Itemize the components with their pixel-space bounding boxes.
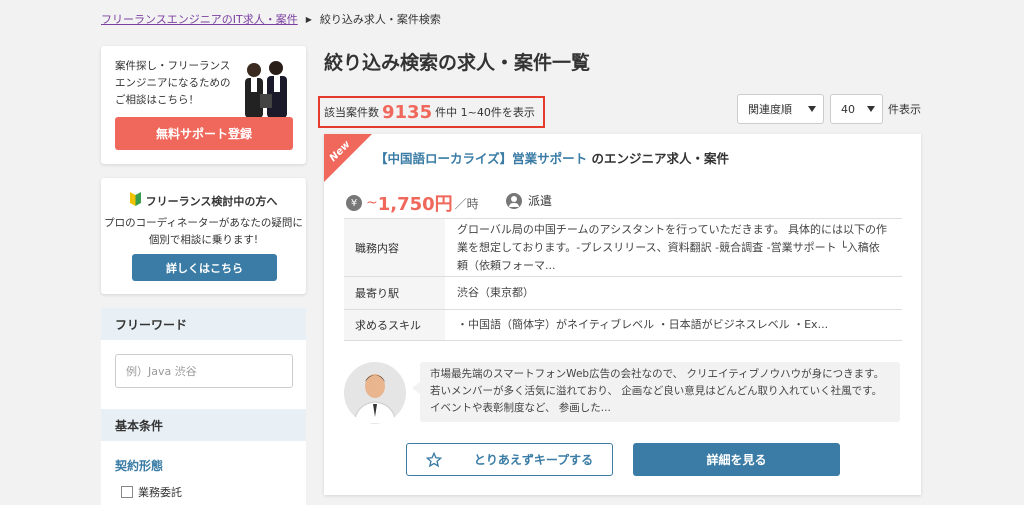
pay-value: 1,750円 (377, 194, 453, 215)
job-title: 【中国語ローカライズ】営業サポート のエンジニア求人・案件 (375, 148, 729, 167)
sort-select[interactable]: 関連度順 (737, 94, 824, 124)
contract-type-label: 契約形態 (115, 459, 164, 473)
coordinator-avatar (344, 362, 406, 424)
caret-down-icon (867, 106, 875, 112)
freeword-heading: フリーワード (101, 308, 306, 340)
detail-value: 渋谷（東京都） (457, 286, 534, 299)
pay-row: ¥ ~ 1,750円 ／時 (346, 190, 479, 216)
basic-conditions-heading: 基本条件 (101, 409, 306, 441)
count-suffix: 件中 1~40件を表示 (435, 106, 535, 119)
pay-unit: ／時 (454, 196, 479, 211)
person-icon (506, 192, 522, 209)
detail-value: ・中国語（簡体字）がネイティブレベル ・日本語がビジネスレベル ・Ex... (457, 318, 829, 331)
job-title-suffix: のエンジニア求人・案件 (591, 151, 730, 166)
free-support-signup-button[interactable]: 無料サポート登録 (115, 117, 293, 150)
consider-description: プロのコーディネーターがあなたの疑問に個別で相談に乗ります! (104, 217, 303, 246)
search-filter-panel: フリーワード 例）Java 渋谷 基本条件 契約形態 業務委託 (101, 308, 306, 505)
count-number: 9135 (382, 101, 433, 123)
per-page-value: 40 (841, 102, 855, 116)
detail-label: 職務内容 (344, 219, 445, 276)
contract-option-label: 業務委託 (138, 486, 182, 499)
sort-value: 関連度順 (748, 103, 792, 116)
keep-button-label: とりあえずキープする (473, 453, 594, 467)
page-title: 絞り込み検索の求人・案件一覧 (324, 52, 591, 74)
detail-value: グローバル局の中国チームのアシスタントを行っていただきます。 具体的には以下の作… (457, 222, 887, 272)
job-detail-table: 職務内容 グローバル局の中国チームのアシスタントを行っていただきます。 具体的に… (344, 218, 902, 341)
detail-row-station: 最寄り駅 渋谷（東京都） (344, 277, 902, 310)
pay-prefix: ~ (366, 195, 378, 211)
per-page-suffix: 件表示 (888, 103, 921, 116)
freelance-consider-card: フリーランス検討中の方へ プロのコーディネーターがあなたの疑問に個別で相談に乗り… (101, 178, 306, 294)
consider-title: フリーランス検討中の方へ (101, 192, 306, 209)
contract-option-checkbox[interactable] (121, 486, 133, 498)
employment-type: 派遣 (506, 192, 552, 209)
breadcrumb-current: 絞り込み求人・案件検索 (319, 13, 441, 26)
view-details-button[interactable]: 詳細を見る (633, 443, 840, 476)
support-promo-card: 案件探し・フリーランスエンジニアになるためのご相談はこちら！ 無料サポート登録 (101, 46, 306, 164)
freeword-input[interactable]: 例）Java 渋谷 (115, 354, 293, 388)
per-page-select[interactable]: 40 (830, 94, 883, 124)
breadcrumb: フリーランスエンジニアのIT求人・案件 ▶ 絞り込み求人・案件検索 (101, 11, 441, 27)
yen-icon: ¥ (346, 195, 362, 211)
coordinator-comment: 市場最先端のスマートフォンWeb広告の会社なので、 クリエイティブノウハウが身に… (412, 362, 900, 422)
detail-label: 最寄り駅 (344, 277, 445, 309)
result-count: 該当案件数 9135 件中 1~40件を表示 (318, 96, 545, 128)
consultants-image (234, 56, 296, 118)
detail-row-skills: 求めるスキル ・中国語（簡体字）がネイティブレベル ・日本語がビジネスレベル ・… (344, 310, 902, 341)
caret-down-icon (808, 106, 816, 112)
beginner-mark-icon (129, 192, 141, 209)
job-card: New 【中国語ローカライズ】営業サポート のエンジニア求人・案件 ¥ ~ 1,… (324, 134, 921, 495)
chevron-right-icon: ▶ (305, 14, 312, 24)
star-icon (425, 451, 442, 467)
contract-option-row[interactable]: 業務委託 (121, 484, 182, 500)
promo-text: 案件探し・フリーランスエンジニアになるためのご相談はこちら！ (115, 60, 231, 106)
detail-label: 求めるスキル (344, 310, 445, 340)
breadcrumb-home-link[interactable]: フリーランスエンジニアのIT求人・案件 (101, 11, 298, 27)
employment-value: 派遣 (528, 194, 553, 208)
detail-row-duties: 職務内容 グローバル局の中国チームのアシスタントを行っていただきます。 具体的に… (344, 219, 902, 277)
count-prefix: 該当案件数 (324, 106, 379, 119)
learn-more-button[interactable]: 詳しくはこちら (132, 254, 277, 281)
keep-button[interactable]: とりあえずキープする (406, 443, 613, 476)
consider-title-text: フリーランス検討中の方へ (145, 194, 278, 208)
job-title-link[interactable]: 【中国語ローカライズ】営業サポート (375, 151, 587, 166)
